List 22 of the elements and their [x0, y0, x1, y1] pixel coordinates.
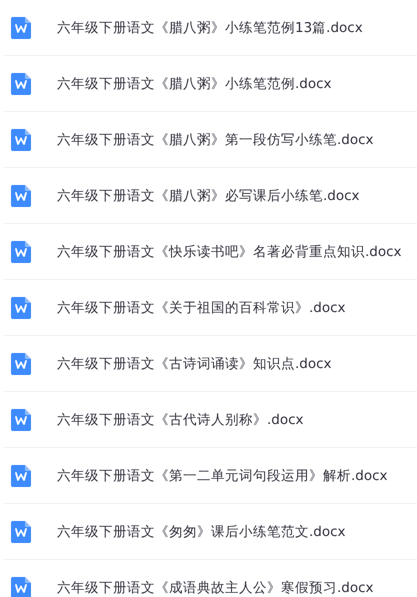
file-name[interactable]: 六年级下册语文《腊八粥》第一段仿写小练笔.docx	[57, 130, 374, 148]
file-name[interactable]: 六年级下册语文《第一二单元词句段运用》解析.docx	[57, 466, 388, 484]
word-document-icon	[11, 520, 31, 542]
word-document-icon	[11, 408, 31, 430]
word-document-icon	[11, 240, 31, 262]
word-document-icon	[11, 576, 31, 597]
file-name[interactable]: 六年级下册语文《古诗词诵读》知识点.docx	[57, 354, 332, 372]
file-name[interactable]: 六年级下册语文《快乐读书吧》名著必背重点知识.docx	[57, 242, 402, 260]
file-name[interactable]: 六年级下册语文《古代诗人别称》.docx	[57, 410, 304, 428]
file-name[interactable]: 六年级下册语文《匆匆》课后小练笔范文.docx	[57, 522, 346, 540]
file-name[interactable]: 六年级下册语文《成语典故主人公》寒假预习.docx	[57, 578, 374, 596]
word-document-icon	[11, 16, 31, 38]
word-document-icon	[11, 464, 31, 486]
file-name[interactable]: 六年级下册语文《腊八粥》小练笔范例13篇.docx	[57, 18, 363, 36]
file-name[interactable]: 六年级下册语文《腊八粥》小练笔范例.docx	[57, 74, 332, 92]
word-document-icon	[11, 72, 31, 94]
file-name[interactable]: 六年级下册语文《腊八粥》必写课后小练笔.docx	[57, 186, 360, 204]
word-document-icon	[11, 296, 31, 318]
word-document-icon	[11, 128, 31, 150]
file-name[interactable]: 六年级下册语文《关于祖国的百科常识》.docx	[57, 298, 346, 316]
word-document-icon	[11, 352, 31, 374]
word-document-icon	[11, 184, 31, 206]
